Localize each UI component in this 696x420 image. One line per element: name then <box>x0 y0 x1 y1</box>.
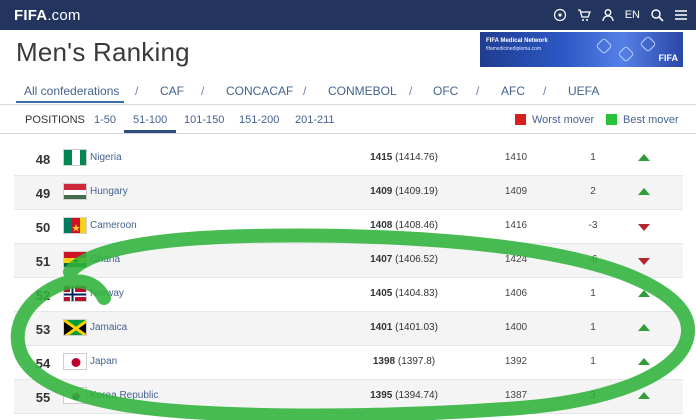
cart-icon[interactable] <box>577 8 591 22</box>
country-link[interactable]: Nigeria <box>90 152 122 163</box>
user-icon[interactable] <box>601 8 615 22</box>
hungary-flag-icon <box>63 183 87 200</box>
japan-flag-icon <box>63 353 87 370</box>
country-link[interactable]: Japan <box>90 356 117 367</box>
ranking-table: 48 Nigeria 1415 (1414.76) 1410 1 49 Hung… <box>14 142 683 414</box>
medical-network-banner[interactable]: FIFA Medical Network fifamedicinediploma… <box>480 32 683 67</box>
tab-ofc[interactable]: OFC <box>433 84 458 98</box>
arrow-down-icon <box>638 224 650 231</box>
hexagon-icon <box>639 35 657 53</box>
hexagon-icon <box>595 37 613 55</box>
country-link[interactable]: Ghana <box>90 254 120 265</box>
jamaica-flag-icon <box>63 319 87 336</box>
ghana-flag-icon <box>63 251 87 268</box>
tab-all-confederations[interactable]: All confederations <box>24 84 119 98</box>
table-row[interactable]: 55 Korea Republic 1395 (1394.74) 1387 3 <box>14 380 683 414</box>
arrow-up-icon <box>638 392 650 399</box>
tab-caf[interactable]: CAF <box>160 84 184 98</box>
range-1-50[interactable]: 1-50 <box>94 114 116 126</box>
country-link[interactable]: Cameroon <box>90 220 137 231</box>
table-row[interactable]: 52 Norway 1405 (1404.83) 1406 1 <box>14 278 683 312</box>
cameroon-flag-icon <box>63 217 87 234</box>
table-row[interactable]: 50 Cameroon 1408 (1408.46) 1416 -3 <box>14 210 683 244</box>
worst-mover-label: Worst mover <box>532 114 595 126</box>
country-link[interactable]: Korea Republic <box>90 390 158 401</box>
confederation-tabs: All confederations / CAF / CONCACAF / CO… <box>0 76 696 104</box>
arrow-up-icon <box>638 358 650 365</box>
country-link[interactable]: Norway <box>90 288 124 299</box>
table-row[interactable]: 53 Jamaica 1401 (1401.03) 1400 1 <box>14 312 683 346</box>
tab-uefa[interactable]: UEFA <box>568 84 599 98</box>
arrow-up-icon <box>638 324 650 331</box>
arrow-down-icon <box>638 258 650 265</box>
arrow-up-icon <box>638 154 650 161</box>
range-151-200[interactable]: 151-200 <box>239 114 279 126</box>
top-icons: EN <box>553 0 688 30</box>
top-navigation-bar: FIFA.com EN <box>0 0 696 30</box>
range-201-211[interactable]: 201-211 <box>295 114 335 126</box>
tab-concacaf[interactable]: CONCACAF <box>226 84 293 98</box>
fifa-logo[interactable]: FIFA.com <box>14 7 81 24</box>
menu-icon[interactable] <box>674 8 688 22</box>
hexagon-icon <box>617 45 635 63</box>
range-51-100[interactable]: 51-100 <box>133 114 167 126</box>
country-link[interactable]: Hungary <box>90 186 128 197</box>
table-row[interactable]: 51 Ghana 1407 (1406.52) 1424 -6 <box>14 244 683 278</box>
norway-flag-icon <box>63 285 87 302</box>
table-row[interactable]: 54 Japan 1398 (1397.8) 1392 1 <box>14 346 683 380</box>
worst-mover-swatch <box>515 114 526 125</box>
table-row[interactable]: 49 Hungary 1409 (1409.19) 1409 2 <box>14 176 683 210</box>
nigeria-flag-icon <box>63 149 87 166</box>
active-tab-indicator <box>16 101 124 103</box>
football-icon[interactable] <box>553 8 567 22</box>
tab-afc[interactable]: AFC <box>501 84 525 98</box>
table-row[interactable]: 48 Nigeria 1415 (1414.76) 1410 1 <box>14 142 683 176</box>
language-selector[interactable]: EN <box>625 9 640 21</box>
country-link[interactable]: Jamaica <box>90 322 127 333</box>
search-icon[interactable] <box>650 8 664 22</box>
korea-republic-flag-icon <box>63 387 87 404</box>
best-mover-swatch <box>606 114 617 125</box>
arrow-up-icon <box>638 188 650 195</box>
range-101-150[interactable]: 101-150 <box>184 114 224 126</box>
arrow-up-icon <box>638 290 650 297</box>
positions-filter: POSITIONS 1-50 51-100 101-150 151-200 20… <box>0 105 696 133</box>
best-mover-label: Best mover <box>623 114 679 126</box>
tab-conmebol[interactable]: CONMEBOL <box>328 84 397 98</box>
page-title: Men's Ranking <box>16 37 190 67</box>
positions-label: POSITIONS <box>25 114 85 126</box>
